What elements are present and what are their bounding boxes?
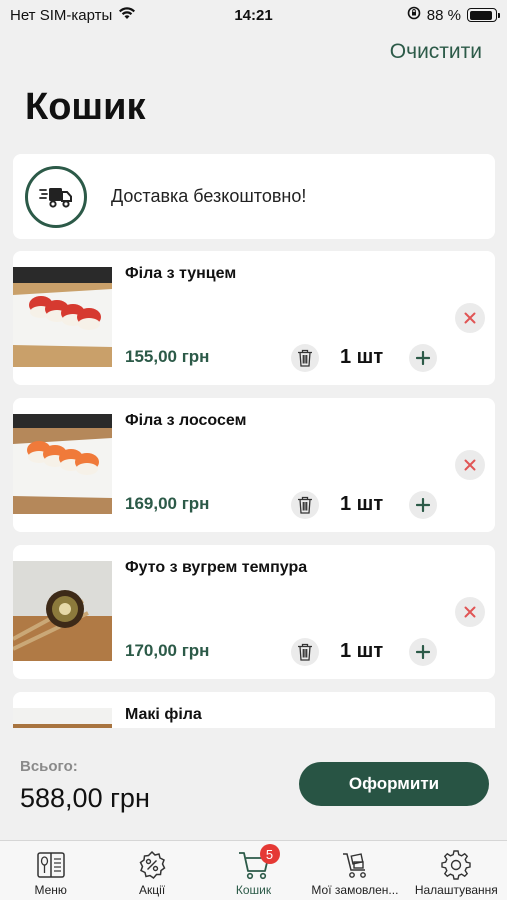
battery-level [469, 10, 492, 20]
remove-item-icon[interactable] [455, 597, 485, 627]
tab-menu[interactable]: Меню [0, 841, 101, 900]
product-image [13, 267, 112, 367]
plus-icon[interactable] [409, 344, 437, 372]
product-name: Футо з вугрем темпура [125, 559, 308, 576]
tab-label: Акції [139, 883, 166, 897]
product-price: 170,00 грн [125, 641, 210, 660]
product-name: Філа з лососем [125, 412, 247, 429]
total-value: 588,00 грн [20, 783, 150, 813]
cart-item: Футо з вугрем темпура 170,00 грн 1 шт [13, 545, 495, 679]
delivery-truck-icon [25, 165, 87, 228]
orders-cart-icon [339, 849, 371, 881]
tab-bar: Меню Акції 5 Кошик Мої замовлен... Налаш… [0, 840, 507, 900]
tab-cart[interactable]: 5 Кошик [203, 841, 304, 900]
checkout-button[interactable]: Оформити [299, 762, 489, 806]
total-label: Всього: [20, 758, 78, 775]
orientation-lock-icon [407, 6, 421, 24]
tab-label: Меню [34, 883, 67, 897]
cart-item: Філа з тунцем 155,00 грн 1 шт [13, 251, 495, 385]
plus-icon[interactable] [409, 638, 437, 666]
page-title: Кошик [25, 86, 146, 128]
menu-book-icon [35, 849, 67, 881]
tab-settings[interactable]: Налаштування [406, 841, 507, 900]
tab-promotions[interactable]: Акції [101, 841, 202, 900]
quantity: 1 шт [340, 346, 384, 368]
quantity: 1 шт [340, 640, 384, 662]
product-image [13, 561, 112, 661]
product-price: 169,00 грн [125, 494, 210, 513]
clear-cart-button[interactable]: Очистити [390, 40, 482, 64]
status-bar: Нет SIM-карты 14:21 88 % [0, 0, 507, 30]
delivery-text: Доставка безкоштовно! [111, 186, 307, 206]
remove-item-icon[interactable] [455, 450, 485, 480]
remove-item-icon[interactable] [455, 303, 485, 333]
product-image [13, 708, 112, 729]
trash-icon[interactable] [291, 491, 319, 519]
order-summary: Всього: 588,00 грн Оформити [0, 728, 507, 840]
trash-icon[interactable] [291, 638, 319, 666]
discount-badge-icon [136, 849, 168, 881]
battery-percent: 88 % [426, 6, 461, 24]
trash-icon[interactable] [291, 344, 319, 372]
product-price: 155,00 грн [125, 347, 210, 366]
tab-label: Мої замовлен... [311, 883, 399, 897]
tab-my-orders[interactable]: Мої замовлен... [304, 841, 405, 900]
product-name: Макі філа [125, 706, 202, 723]
cart-item: Філа з лососем 169,00 грн 1 шт [13, 398, 495, 532]
battery-icon [467, 8, 500, 22]
settings-gear-icon [440, 849, 472, 881]
tab-label: Налаштування [414, 883, 498, 897]
delivery-banner: Доставка безкоштовно! [13, 154, 495, 239]
carrier-label: Нет SIM-карты [10, 6, 113, 24]
product-name: Філа з тунцем [125, 265, 237, 282]
quantity: 1 шт [340, 493, 384, 515]
cart-list[interactable]: Доставка безкоштовно! Філа з тунцем 155,… [13, 154, 495, 729]
cart-item: Макі філа [13, 692, 495, 729]
cart-icon: 5 [238, 844, 280, 881]
plus-icon[interactable] [409, 491, 437, 519]
tab-label: Кошик [235, 883, 272, 897]
cart-count-badge: 5 [259, 844, 280, 864]
product-image [13, 414, 112, 514]
wifi-icon [118, 6, 136, 24]
